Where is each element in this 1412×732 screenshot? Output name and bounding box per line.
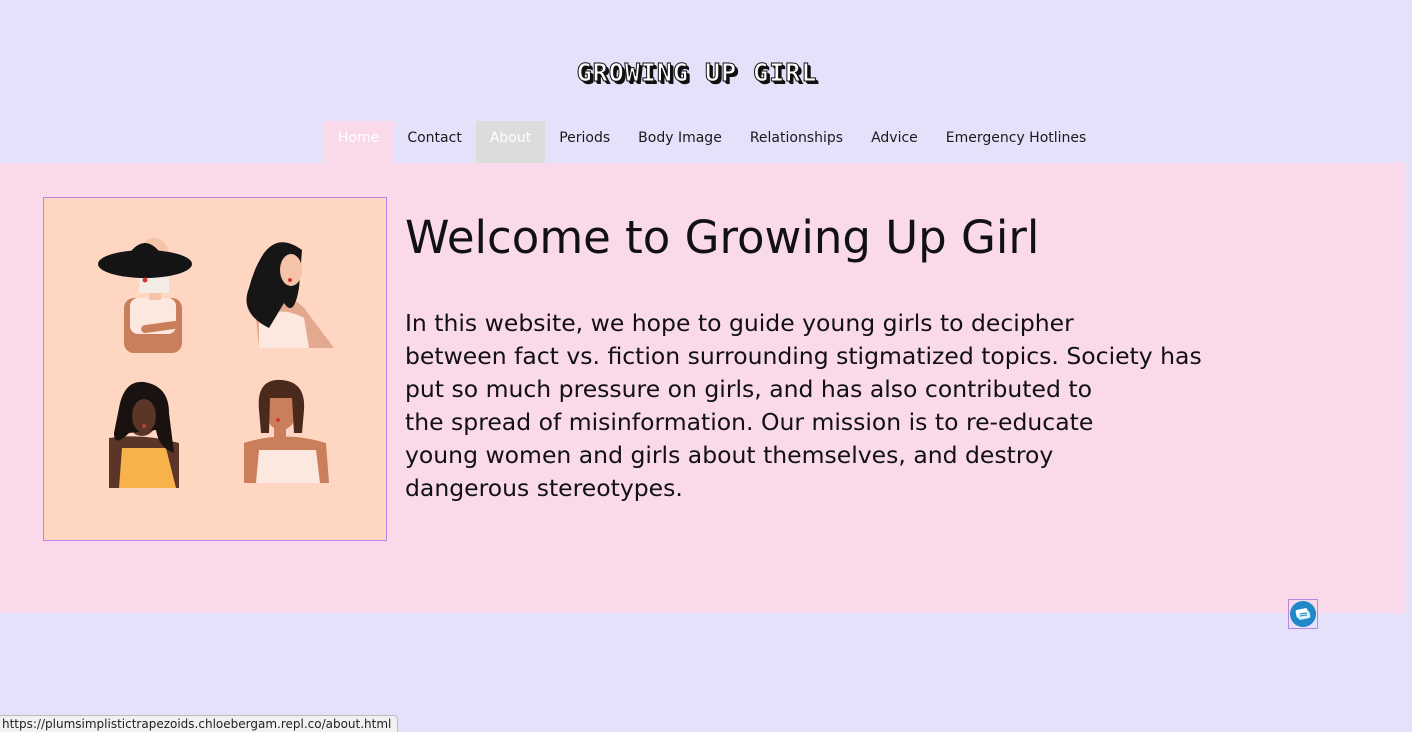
nav-item-advice[interactable]: Advice bbox=[857, 121, 932, 163]
page-title: Welcome to Growing Up Girl bbox=[405, 211, 1040, 264]
nav-item-contact[interactable]: Contact bbox=[393, 121, 475, 163]
nav-item-home[interactable]: Home bbox=[324, 121, 394, 163]
page: GROWING UP GIRL Home Contact About Perio… bbox=[0, 0, 1412, 732]
main-nav: Home Contact About Periods Body Image Re… bbox=[324, 121, 1100, 163]
chat-widget-button[interactable] bbox=[1288, 599, 1318, 629]
intro-line: dangerous stereotypes. bbox=[405, 474, 683, 502]
site-logo[interactable]: GROWING UP GIRL bbox=[0, 58, 1394, 88]
chat-widget-icon bbox=[1290, 601, 1316, 627]
nav-item-relationships[interactable]: Relationships bbox=[736, 121, 857, 163]
nav-item-emergency-hotlines[interactable]: Emergency Hotlines bbox=[932, 121, 1101, 163]
status-bar-url: https://plumsimplistictrapezoids.chloebe… bbox=[0, 715, 399, 732]
intro-line: the spread of misinformation. Our missio… bbox=[405, 408, 1094, 436]
intro-line: In this website, we hope to guide young … bbox=[405, 309, 1074, 337]
nav-item-body-image[interactable]: Body Image bbox=[624, 121, 736, 163]
intro-paragraph: In this website, we hope to guide young … bbox=[405, 307, 1335, 505]
nav-item-about[interactable]: About bbox=[475, 121, 546, 163]
intro-line: young women and girls about themselves, … bbox=[405, 441, 1054, 469]
intro-line: between fact vs. fiction surrounding sti… bbox=[405, 342, 1202, 370]
welcome-section: Welcome to Growing Up Girl In this websi… bbox=[0, 163, 1405, 613]
four-women-illustration bbox=[43, 197, 387, 541]
nav-item-periods[interactable]: Periods bbox=[545, 121, 624, 163]
intro-line: put so much pressure on girls, and has a… bbox=[405, 375, 1092, 403]
